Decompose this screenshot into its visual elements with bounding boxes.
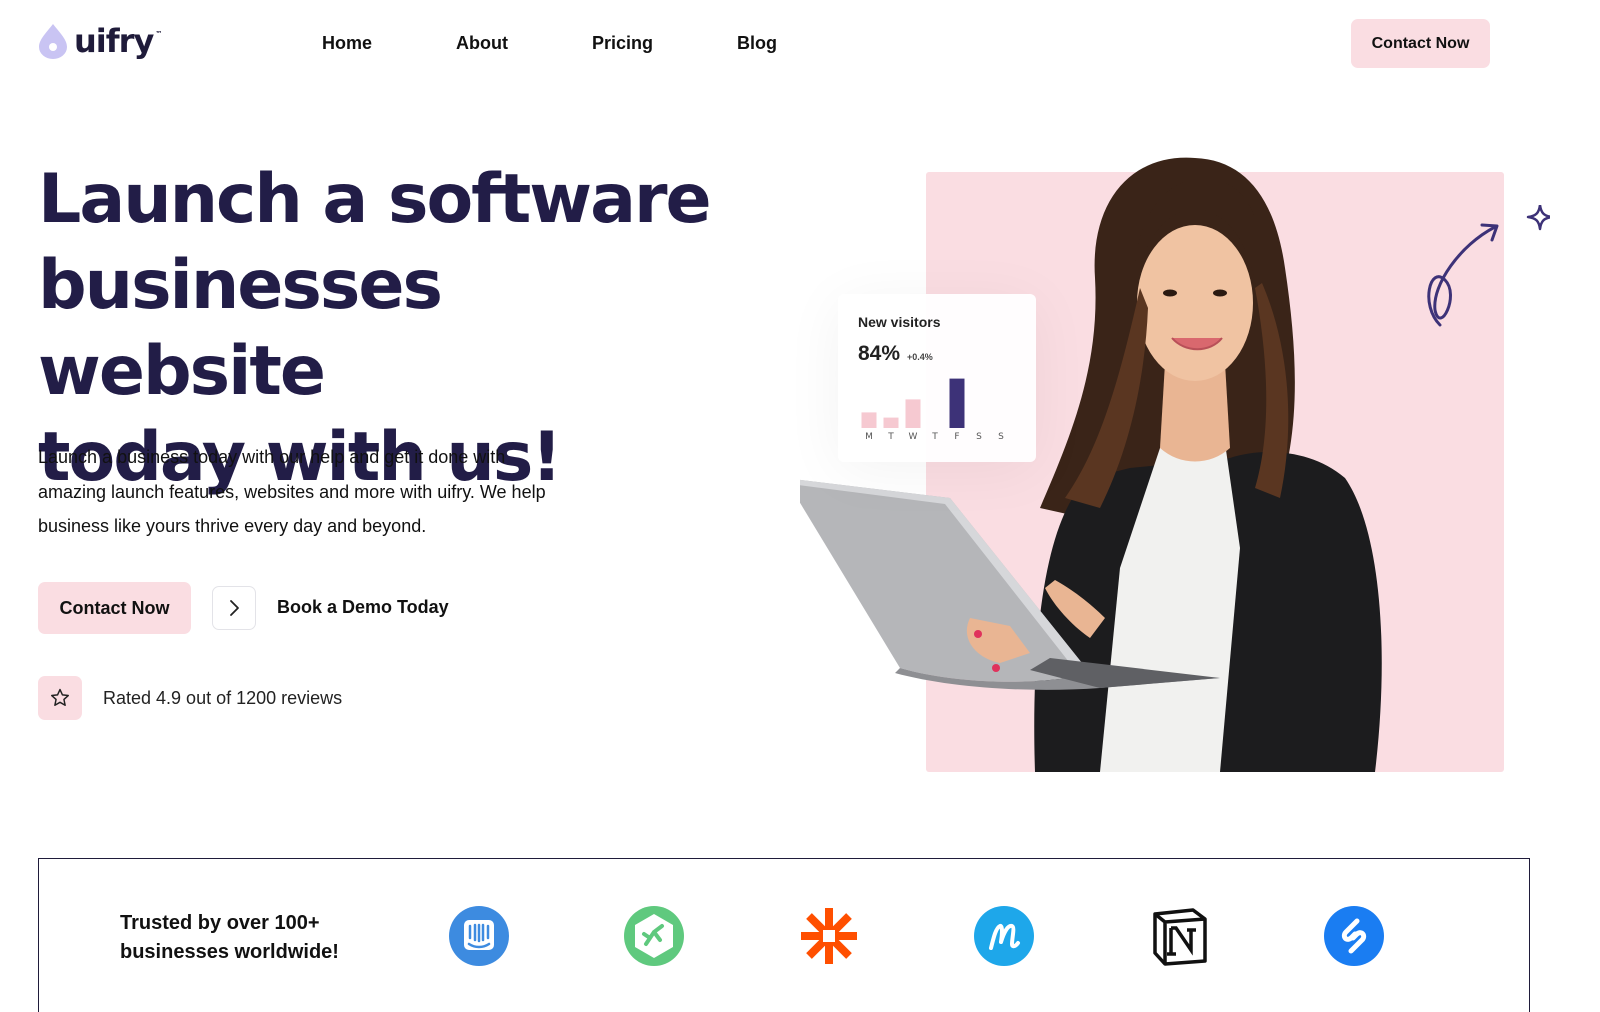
bar-1 xyxy=(883,417,899,428)
stats-delta: +0.4% xyxy=(907,352,933,362)
hero-title-line-1: Launch a software xyxy=(38,160,712,239)
star-icon xyxy=(51,688,69,706)
swirl-arrow-icon xyxy=(1427,205,1550,327)
nav-blog[interactable]: Blog xyxy=(737,33,777,54)
hero-description-line-1: Launch a business today with our help an… xyxy=(38,447,506,467)
bar-4 xyxy=(949,378,965,428)
day-label-6: S xyxy=(998,432,1004,442)
stats-value-row: 84% +0.4% xyxy=(858,342,1016,366)
stats-label: New visitors xyxy=(858,314,941,330)
notion-icon xyxy=(1153,908,1207,966)
intercom-icon xyxy=(449,906,509,966)
brand-trademark: ™ xyxy=(155,30,163,38)
hero-contact-button[interactable]: Contact Now xyxy=(38,582,191,634)
day-label-0: M xyxy=(865,432,873,442)
hero-title-line-2: businesses website xyxy=(38,246,443,411)
day-label-4: F xyxy=(954,432,960,442)
frog-icon xyxy=(624,906,684,966)
rating-star-badge xyxy=(38,676,82,720)
brand-name: uifry xyxy=(74,22,154,60)
day-label-5: S xyxy=(976,432,982,442)
shazam-icon xyxy=(1324,906,1384,966)
day-label-2: W xyxy=(908,432,918,442)
nav-home[interactable]: Home xyxy=(322,33,372,54)
rating-text: Rated 4.9 out of 1200 reviews xyxy=(103,688,343,708)
hero-description: Launch a business today with our help an… xyxy=(38,440,558,544)
nav-pricing[interactable]: Pricing xyxy=(592,33,653,54)
trusted-text-line-1: Trusted by over 100+ xyxy=(120,912,320,934)
day-label-1: T xyxy=(888,432,894,442)
nav-contact-button[interactable]: Contact Now xyxy=(1351,19,1490,68)
new-visitors-card: New visitors 84% +0.4% M T W T F S S xyxy=(838,294,1036,462)
bar-2 xyxy=(905,399,921,428)
hero-description-line-3: business like yours thrive every day and… xyxy=(38,516,427,536)
hero-description-line-2: amazing launch features, websites and mo… xyxy=(38,481,546,502)
book-demo-link[interactable]: Book a Demo Today xyxy=(277,597,449,618)
monday-icon xyxy=(974,906,1034,966)
demo-arrow-button[interactable] xyxy=(212,586,256,630)
main-nav: Home About Pricing Blog xyxy=(322,33,861,54)
visitors-bar-chart xyxy=(861,378,965,428)
zapier-icon xyxy=(801,908,857,964)
day-labels: MTWTFSS xyxy=(858,432,1018,442)
chevron-right-icon xyxy=(230,600,239,616)
trusted-text: Trusted by over 100+ businesses worldwid… xyxy=(120,909,350,967)
drop-logo-icon xyxy=(39,24,67,59)
nav-about[interactable]: About xyxy=(456,33,508,54)
brand-logo[interactable]: uifry ™ xyxy=(38,22,162,60)
stats-percentage: 84% xyxy=(858,342,901,365)
trusted-by-section: Trusted by over 100+ businesses worldwid… xyxy=(38,858,1530,1012)
day-label-3: T xyxy=(932,432,938,442)
bar-0 xyxy=(861,412,877,428)
trusted-text-line-2: businesses worldwide! xyxy=(120,941,339,963)
